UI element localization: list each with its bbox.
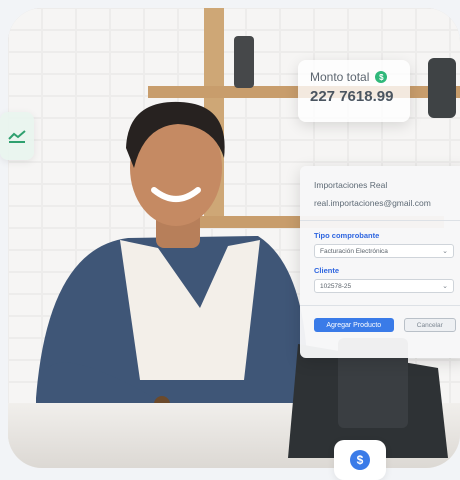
form-actions: Agregar Producto Cancelar xyxy=(314,318,456,332)
voucher-type-label: Tipo comprobante xyxy=(314,231,380,240)
svg-text:$: $ xyxy=(357,453,364,467)
divider xyxy=(300,305,460,306)
client-select[interactable]: 102578-25 ⌄ xyxy=(314,279,454,293)
client-label: Cliente xyxy=(314,266,340,275)
chevron-down-icon: ⌄ xyxy=(442,283,448,290)
dollar-icon: $ xyxy=(350,450,370,470)
total-label-row: Monto total $ xyxy=(310,70,398,84)
client-value: 102578-25 xyxy=(320,282,352,290)
total-label: Monto total xyxy=(310,70,370,84)
chevron-down-icon: ⌄ xyxy=(442,248,448,255)
customer-name: Importaciones Real xyxy=(314,180,388,190)
voucher-type-value: Facturación Electrónica xyxy=(320,247,388,255)
total-amount-card: Monto total $ 227 7618.99 xyxy=(298,60,410,122)
cancel-button[interactable]: Cancelar xyxy=(403,318,456,332)
invoice-form-card: Importaciones Real real.importaciones@gm… xyxy=(300,166,460,358)
trend-chart-icon xyxy=(8,130,26,143)
dollar-icon: $ xyxy=(375,71,388,83)
customer-email: real.importaciones@gmail.com xyxy=(314,198,431,208)
divider xyxy=(300,220,460,221)
total-value: 227 7618.99 xyxy=(310,88,394,105)
add-product-button[interactable]: Agregar Producto xyxy=(314,318,394,332)
analytics-chip xyxy=(0,112,34,160)
payment-chip: $ xyxy=(334,440,386,480)
voucher-type-select[interactable]: Facturación Electrónica ⌄ xyxy=(314,244,454,258)
